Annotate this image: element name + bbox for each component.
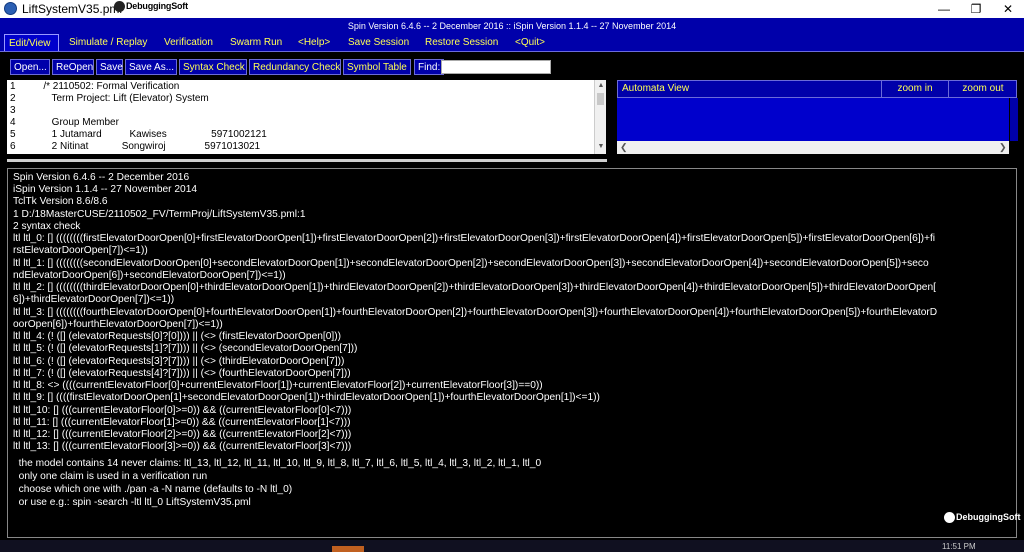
automata-header: Automata View zoom in zoom out bbox=[617, 80, 1017, 98]
tab-restore-session[interactable]: Restore Session bbox=[425, 34, 498, 51]
console-line: choose which one with ./pan -a -N name (… bbox=[13, 484, 293, 495]
window-controls: — ❐ ✕ bbox=[928, 0, 1024, 18]
console-line: 1 D:/18MasterCUSE/2110502_FV/TermProj/Li… bbox=[13, 209, 306, 220]
console-line: ltl ltl_11: [] (((currentElevatorFloor[1… bbox=[13, 417, 351, 428]
menu-bar: Edit/View Simulate / Replay Verification… bbox=[0, 34, 1024, 52]
tab-edit-view[interactable]: Edit/View bbox=[4, 34, 59, 51]
logo-icon bbox=[944, 512, 955, 524]
tab-save-session[interactable]: Save Session bbox=[348, 34, 409, 51]
scroll-thumb[interactable] bbox=[597, 93, 604, 105]
tab-quit[interactable]: <Quit> bbox=[515, 34, 545, 51]
pane-splitter[interactable] bbox=[7, 154, 1017, 168]
save-as-button[interactable]: Save As... bbox=[125, 59, 177, 75]
find-input[interactable] bbox=[441, 60, 551, 74]
automata-vertical-scrollbar[interactable] bbox=[1009, 98, 1018, 141]
minimize-button[interactable]: — bbox=[928, 0, 960, 18]
automata-view-panel: Automata View zoom in zoom out ❮ ❯ bbox=[617, 80, 1018, 155]
console-line: TclTk Version 8.6/8.6 bbox=[13, 196, 108, 207]
console-line: 6])+thirdElevatorDoorOpen[7])<=1)) bbox=[13, 294, 175, 305]
editor-toolbar: Open... ReOpen Save Save As... Syntax Ch… bbox=[0, 52, 1024, 78]
reopen-button[interactable]: ReOpen bbox=[52, 59, 94, 75]
console-line: the model contains 14 never claims: ltl_… bbox=[13, 458, 542, 469]
console-line: ltl ltl_3: [] ((((((((fourthElevatorDoor… bbox=[13, 307, 938, 318]
save-button[interactable]: Save bbox=[96, 59, 123, 75]
scroll-down-icon[interactable]: ▼ bbox=[596, 142, 606, 152]
console-line: 2 syntax check bbox=[13, 221, 81, 232]
console-line: ltl ltl_10: [] (((currentElevatorFloor[0… bbox=[13, 405, 352, 416]
syntax-check-button[interactable]: Syntax Check bbox=[179, 59, 247, 75]
taskbar-active-app[interactable] bbox=[332, 546, 364, 552]
automata-canvas[interactable] bbox=[617, 98, 1009, 141]
console-line: ltl ltl_8: <> ((((currentElevatorFloor[0… bbox=[13, 380, 543, 391]
redundancy-check-button[interactable]: Redundancy Check bbox=[249, 59, 341, 75]
editor-vertical-scrollbar[interactable]: ▲ ▼ bbox=[594, 80, 606, 154]
logo-text: DebuggingSoft bbox=[126, 1, 188, 11]
console-output[interactable]: Spin Version 6.4.6 -- 2 December 2016 iS… bbox=[7, 168, 1017, 538]
automata-view-title: Automata View bbox=[622, 83, 690, 94]
scroll-up-icon[interactable]: ▲ bbox=[596, 81, 606, 91]
symbol-table-button[interactable]: Symbol Table bbox=[343, 59, 411, 75]
maximize-button[interactable]: ❐ bbox=[960, 0, 992, 18]
close-button[interactable]: ✕ bbox=[992, 0, 1024, 18]
automata-horizontal-scrollbar[interactable]: ❮ ❯ bbox=[617, 141, 1009, 154]
console-line: ltl ltl_5: (! ([] (elevatorRequests[1]?[… bbox=[13, 343, 358, 354]
console-line: ltl ltl_4: (! ([] (elevatorRequests[0]?[… bbox=[13, 331, 342, 342]
debuggingsoft-logo: DebuggingSoft bbox=[114, 1, 188, 13]
console-line: ltl ltl_13: [] (((currentElevatorFloor[3… bbox=[13, 441, 352, 452]
console-line: ltl ltl_12: [] (((currentElevatorFloor[2… bbox=[13, 429, 352, 440]
console-line: Spin Version 6.4.6 -- 2 December 2016 bbox=[13, 172, 190, 183]
zoom-out-button[interactable]: zoom out bbox=[948, 81, 1017, 97]
console-line: ltl ltl_1: [] ((((((((secondElevatorDoor… bbox=[13, 258, 929, 269]
console-line: ltl ltl_0: [] ((((((((firstElevatorDoorO… bbox=[13, 233, 936, 244]
taskbar-clock: 11:51 PM bbox=[942, 542, 976, 551]
tab-swarm-run[interactable]: Swarm Run bbox=[230, 34, 282, 51]
console-line: ltl ltl_9: [] ((((firstElevatorDoorOpen[… bbox=[13, 392, 600, 403]
find-label: Find: bbox=[414, 59, 445, 75]
source-editor[interactable]: 1 /* 2110502: Formal Verification 2 Term… bbox=[7, 80, 606, 154]
app-icon bbox=[4, 2, 17, 15]
logo-text: DebuggingSoft bbox=[956, 512, 1021, 522]
console-line: ltl ltl_2: [] ((((((((thirdElevatorDoorO… bbox=[13, 282, 936, 293]
console-line: ndElevatorDoorOpen[6])+secondElevatorDoo… bbox=[13, 270, 286, 281]
tab-simulate-replay[interactable]: Simulate / Replay bbox=[69, 34, 147, 51]
console-line: ltl ltl_6: (! ([] (elevatorRequests[3]?[… bbox=[13, 356, 345, 367]
splitter-handle[interactable] bbox=[7, 159, 607, 162]
tab-help[interactable]: <Help> bbox=[298, 34, 330, 51]
console-line: iSpin Version 1.1.4 -- 27 November 2014 bbox=[13, 184, 198, 195]
console-line: ltl ltl_7: (! ([] (elevatorRequests[4]?[… bbox=[13, 368, 351, 379]
scroll-left-icon[interactable]: ❮ bbox=[620, 141, 628, 154]
console-line: rstElevatorDoorOpen[7])<=1)) bbox=[13, 245, 148, 256]
console-line: only one claim is used in a verification… bbox=[13, 471, 208, 482]
zoom-in-button[interactable]: zoom in bbox=[881, 81, 948, 97]
window-titlebar: LiftSystemV35.pml DebuggingSoft — ❐ ✕ bbox=[0, 0, 1024, 19]
console-line: or use e.g.: spin -search -ltl ltl_0 Lif… bbox=[13, 497, 251, 508]
taskbar: 11:51 PM bbox=[0, 540, 1024, 552]
tab-verification[interactable]: Verification bbox=[164, 34, 213, 51]
console-debuggingsoft-logo: DebuggingSoft bbox=[944, 512, 1021, 524]
open-button[interactable]: Open... bbox=[10, 59, 50, 75]
console-line: oorOpen[6])+fourthElevatorDoorOpen[7])<=… bbox=[13, 319, 223, 330]
logo-icon bbox=[114, 1, 125, 13]
version-bar: Spin Version 6.4.6 -- 2 December 2016 ::… bbox=[0, 18, 1024, 34]
scroll-right-icon[interactable]: ❯ bbox=[999, 141, 1007, 154]
window-title: LiftSystemV35.pml bbox=[22, 2, 123, 16]
